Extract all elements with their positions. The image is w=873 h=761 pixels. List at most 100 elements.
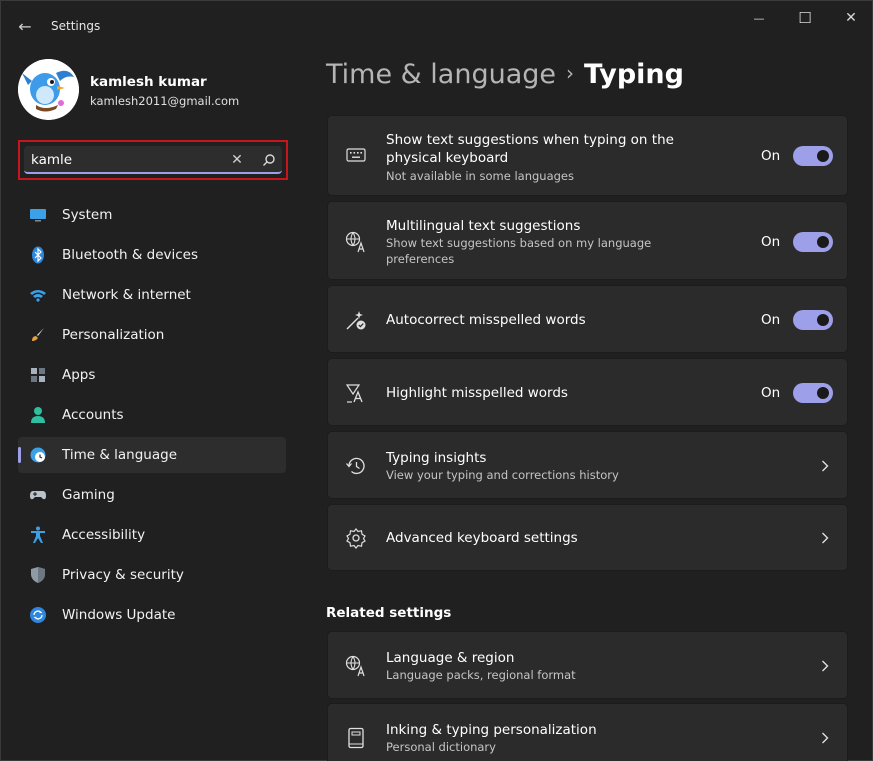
setting-title: Advanced keyboard settings: [386, 530, 578, 546]
sidebar-item-windows-update[interactable]: Windows Update: [18, 597, 286, 633]
page-title: Time & language › Typing: [326, 59, 684, 90]
update-icon: [29, 606, 47, 624]
back-button[interactable]: ←: [11, 13, 39, 39]
close-icon: ✕: [845, 10, 857, 26]
autocorrect-toggle[interactable]: [793, 310, 833, 330]
sidebar-item-accounts[interactable]: Accounts: [18, 397, 286, 433]
search-input-value: kamle: [31, 152, 73, 168]
sidebar-item-label: Windows Update: [62, 607, 176, 623]
chevron-right-icon: [818, 459, 832, 473]
setting-subtitle: View your typing and corrections history: [386, 468, 619, 482]
app-title: Settings: [51, 19, 101, 33]
setting-subtitle: Personal dictionary: [386, 740, 496, 754]
highlight-misspelled-toggle[interactable]: [793, 383, 833, 403]
sidebar-item-personalization[interactable]: Personalization: [18, 317, 286, 353]
spellcheck-icon: [345, 382, 367, 404]
sidebar-item-label: Accessibility: [62, 527, 146, 543]
setting-title: Show text suggestions when typing on the…: [386, 132, 674, 166]
related-inking-typing[interactable]: Inking & typing personalization Personal…: [327, 703, 848, 761]
multilingual-suggestions-toggle[interactable]: [793, 232, 833, 252]
sidebar-item-label: Personalization: [62, 327, 165, 343]
clear-search-button[interactable]: ✕: [226, 149, 248, 171]
bird-avatar-icon: [18, 59, 79, 120]
minimize-button[interactable]: —: [736, 1, 782, 35]
related-language-region[interactable]: Language & region Language packs, region…: [327, 631, 848, 699]
sidebar-item-time-language[interactable]: Time & language: [18, 437, 286, 473]
sidebar-item-label: Bluetooth & devices: [62, 247, 199, 263]
monitor-icon: [29, 206, 47, 224]
setting-text: Inking & typing personalization Personal…: [386, 721, 597, 755]
toggle-state-label: On: [761, 385, 781, 401]
title-bar: ← Settings — ☐ ✕: [1, 1, 873, 49]
setting-title: Highlight misspelled words: [386, 385, 568, 401]
sidebar-nav: System Bluetooth & devices Network & int…: [18, 197, 286, 637]
search-icon[interactable]: [258, 149, 280, 171]
toggle-knob: [817, 236, 829, 248]
gamepad-icon: [29, 486, 47, 504]
book-icon: [345, 727, 367, 749]
related-settings-heading: Related settings: [326, 605, 452, 621]
maximize-icon: ☐: [798, 9, 812, 27]
apps-icon: [29, 366, 47, 384]
sidebar-item-accessibility[interactable]: Accessibility: [18, 517, 286, 553]
sidebar-item-network[interactable]: Network & internet: [18, 277, 286, 313]
setting-text: Show text suggestions when typing on the…: [386, 131, 686, 184]
setting-multilingual-suggestions[interactable]: Multilingual text suggestions Show text …: [327, 201, 848, 280]
chevron-right-icon: ›: [566, 61, 575, 85]
search-input[interactable]: kamle ✕: [24, 146, 282, 174]
chevron-right-icon: [818, 731, 832, 745]
breadcrumb-parent[interactable]: Time & language: [326, 59, 556, 90]
sidebar-item-privacy[interactable]: Privacy & security: [18, 557, 286, 593]
globe-clock-icon: [29, 446, 47, 464]
setting-text: Highlight misspelled words: [386, 384, 568, 402]
setting-text-suggestions[interactable]: Show text suggestions when typing on the…: [327, 115, 848, 196]
setting-subtitle: Language packs, regional format: [386, 668, 576, 682]
toggle-knob: [817, 314, 829, 326]
close-icon: ✕: [231, 152, 243, 168]
sidebar-item-label: Apps: [62, 367, 96, 383]
setting-autocorrect[interactable]: Autocorrect misspelled words On: [327, 285, 848, 353]
bluetooth-icon: [29, 246, 47, 264]
setting-text: Advanced keyboard settings: [386, 529, 578, 547]
close-button[interactable]: ✕: [828, 1, 873, 35]
autocorrect-icon: [345, 309, 367, 331]
keyboard-icon: [345, 144, 367, 166]
setting-advanced-keyboard[interactable]: Advanced keyboard settings: [327, 504, 848, 571]
setting-subtitle: Not available in some languages: [386, 169, 574, 183]
user-name: kamlesh kumar: [90, 74, 207, 90]
sidebar-item-label: System: [62, 207, 113, 223]
toggle-state-label: On: [761, 234, 781, 250]
setting-title: Autocorrect misspelled words: [386, 312, 586, 328]
sidebar-item-apps[interactable]: Apps: [18, 357, 286, 393]
accessibility-icon: [29, 526, 47, 544]
toggle-state-label: On: [761, 148, 781, 164]
sidebar-item-label: Time & language: [62, 447, 178, 463]
minimize-icon: —: [753, 11, 765, 25]
setting-subtitle: Show text suggestions based on my langua…: [386, 236, 652, 266]
arrow-left-icon: ←: [18, 16, 32, 36]
avatar[interactable]: [18, 59, 79, 120]
setting-title: Typing insights: [386, 450, 487, 466]
breadcrumb-current: Typing: [584, 59, 684, 90]
setting-title: Language & region: [386, 650, 515, 666]
sidebar-item-system[interactable]: System: [18, 197, 286, 233]
settings-window: ← Settings — ☐ ✕ kamlesh kumar kamlesh20…: [0, 0, 873, 761]
sidebar-item-label: Gaming: [62, 487, 115, 503]
history-icon: [345, 455, 367, 477]
setting-typing-insights[interactable]: Typing insights View your typing and cor…: [327, 431, 848, 499]
setting-highlight-misspelled[interactable]: Highlight misspelled words On: [327, 358, 848, 426]
sidebar-item-label: Accounts: [62, 407, 124, 423]
sidebar-item-label: Privacy & security: [62, 567, 184, 583]
maximize-button[interactable]: ☐: [782, 1, 828, 35]
translate-icon: [345, 231, 367, 253]
sidebar-item-label: Network & internet: [62, 287, 191, 303]
text-suggestions-toggle[interactable]: [793, 146, 833, 166]
user-email: kamlesh2011@gmail.com: [90, 94, 240, 108]
language-region-icon: [345, 655, 367, 677]
toggle-knob: [817, 387, 829, 399]
sidebar-item-bluetooth[interactable]: Bluetooth & devices: [18, 237, 286, 273]
setting-title: Multilingual text suggestions: [386, 218, 581, 234]
sidebar-item-gaming[interactable]: Gaming: [18, 477, 286, 513]
toggle-knob: [817, 150, 829, 162]
setting-text: Autocorrect misspelled words: [386, 311, 586, 329]
